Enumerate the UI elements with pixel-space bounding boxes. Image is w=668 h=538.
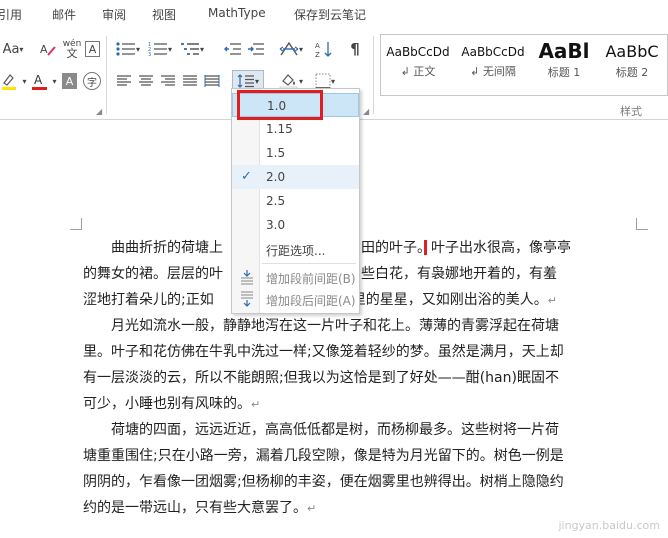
text-highlight-color-icon[interactable] — [0, 72, 20, 90]
style-name: ↲ 无间隔 — [470, 65, 516, 78]
line-spacing-option-2.5[interactable]: 2.5 — [232, 189, 359, 213]
paragraph-3[interactable]: 荷塘的四面，远远近近，高高低低都是树，而杨柳最多。这些树将一片荷 塘重重围住;只… — [83, 417, 643, 521]
text-line: 月光如流水一般，静静地泻在这一片叶子和花上。薄薄的青雾浮起在荷塘 — [111, 318, 559, 334]
text-line: 荷塘的四面，远远近近，高高低低都是树，而杨柳最多。这些树将一片荷 — [111, 422, 559, 438]
text-line: 有一层淡淡的云，所以不能朗照;但我以为这恰是到了好处——酣(han)眠固不 — [83, 370, 559, 386]
option-label: 增加段前间距(B) — [266, 272, 356, 286]
option-label: 1.5 — [266, 146, 286, 160]
line-spacing-option-2.0[interactable]: ✓ 2.0 — [232, 165, 359, 189]
ribbon-tab-bar: 引用 邮件 审阅 视图 MathType 保存到云笔记 — [0, 0, 668, 28]
paragraph-mark: ↵ — [251, 398, 261, 411]
paragraph-1[interactable]: 曲曲折折的荷塘上 是田田的叶子。叶子出水很高，像亭亭 的舞女的裙。层层的叶 点缀着些… — [83, 235, 643, 313]
paragraph-mark: ↵ — [547, 294, 557, 307]
text-line: 里。叶子和花仿佛在牛乳中洗过一样;又像笼着轻纱的梦。虽然是满月，天上却 — [83, 344, 564, 360]
change-case-button[interactable]: Aa ▾ — [0, 40, 26, 58]
enclose-characters-icon[interactable]: 字 — [83, 72, 101, 90]
increase-indent-icon[interactable] — [246, 40, 266, 58]
style-heading-2[interactable]: AaBbC 标题 2 — [597, 35, 667, 95]
distributed-icon[interactable] — [203, 72, 221, 90]
option-label: 2.0 — [266, 170, 286, 184]
multilevel-list-button[interactable]: ▾ — [178, 40, 206, 58]
style-name: 标题 1 — [547, 66, 581, 79]
ribbon-separator — [106, 36, 107, 114]
add-space-after-item[interactable]: 增加段后间距(A) — [232, 287, 359, 311]
style-no-spacing[interactable]: AaBbCcDd ↲ 无间隔 — [455, 35, 531, 95]
character-shading-icon[interactable]: A — [62, 73, 77, 89]
text-line: 曲曲折折的荷塘上 是田田的叶子。叶子出水很高，像亭亭 — [111, 240, 571, 256]
menu-separator — [262, 263, 356, 264]
text-line: 塘重重围住;只在小路一旁，漏着几段空隙，像是特为月光留下的。树色一例是 — [83, 448, 564, 464]
space-before-icon — [241, 270, 253, 285]
line-spacing-menu: 1.0 1.15 1.5 ✓ 2.0 2.5 3.0 行距选项... 增加段前间… — [231, 88, 360, 314]
style-name: ↲ 正文 — [400, 65, 436, 78]
add-space-before-item[interactable]: 增加段前间距(B) — [232, 265, 359, 289]
align-center-icon[interactable] — [137, 72, 155, 90]
line-spacing-options-item[interactable]: 行距选项... — [232, 237, 359, 261]
svg-text:A: A — [34, 73, 43, 87]
change-case-label: Aa — [2, 41, 20, 57]
style-sample: AaBbCcDd — [461, 45, 525, 59]
font-color-dropdown-arrow-icon[interactable]: ▾ — [50, 72, 59, 90]
option-label: 增加段后间距(A) — [266, 294, 356, 308]
line-spacing-option-1.15[interactable]: 1.15 — [232, 117, 359, 141]
tab-view[interactable]: 视图 — [152, 6, 176, 23]
align-left-icon[interactable] — [115, 72, 133, 90]
tab-mailings[interactable]: 邮件 — [52, 6, 76, 23]
tab-save-to-cloud-note[interactable]: 保存到云笔记 — [294, 6, 366, 23]
style-sample: AaBbCcDd — [386, 45, 450, 59]
clear-formatting-icon[interactable]: A — [38, 40, 58, 58]
font-color-icon[interactable]: A — [30, 72, 50, 90]
style-heading-1[interactable]: AaBl 标题 1 — [531, 35, 597, 95]
styles-group-label: 样式 — [620, 105, 642, 118]
character-border-icon[interactable]: A — [85, 41, 100, 57]
style-name: 标题 2 — [615, 66, 649, 79]
sort-icon[interactable]: AZ — [313, 40, 335, 58]
justify-icon[interactable] — [181, 72, 199, 90]
line-spacing-option-1.5[interactable]: 1.5 — [232, 141, 359, 165]
show-paragraph-marks-icon[interactable]: ¶ — [345, 40, 365, 58]
style-sample: AaBl — [538, 39, 590, 63]
align-right-icon[interactable] — [159, 72, 177, 90]
text-line: 阴阴的，乍看像一团烟雾;但杨柳的丰姿，便在烟雾里也辨得出。树梢上隐隐约 — [83, 474, 564, 490]
paragraph-mark: ↵ — [307, 502, 317, 515]
bullets-button[interactable]: ▾ — [114, 40, 142, 58]
margin-corner-mark — [70, 218, 82, 230]
style-sample: AaBbC — [605, 42, 659, 61]
tab-review[interactable]: 审阅 — [102, 6, 126, 23]
text-line: 涩地打着朵儿的;正如 如碧天里的星星，又如刚出浴的美人。↵ — [83, 292, 557, 308]
option-label: 1.15 — [266, 122, 293, 136]
ribbon-separator — [373, 36, 374, 114]
svg-text:Z: Z — [315, 51, 320, 58]
option-label: 3.0 — [266, 218, 286, 232]
watermark: jingyan.baidu.com — [558, 519, 660, 532]
text-line: 可少，小睡也别有风味的。↵ — [83, 396, 261, 412]
text-line: 约的是一带远山，只有些大意罢了。↵ — [83, 500, 317, 516]
svg-text:A: A — [40, 43, 48, 56]
numbering-button[interactable]: 123 ▾ — [146, 40, 174, 58]
option-label: 2.5 — [266, 194, 286, 208]
chinese-layout-button[interactable]: ▾ — [276, 40, 306, 58]
margin-corner-mark — [636, 218, 648, 230]
highlight-callout-box — [237, 90, 323, 120]
line-spacing-option-3.0[interactable]: 3.0 — [232, 213, 359, 237]
text-line: 的舞女的裙。层层的叶 点缀着些白花，有袅娜地开着的，有羞 — [83, 266, 557, 282]
svg-text:A: A — [315, 42, 320, 50]
decrease-indent-icon[interactable] — [223, 40, 243, 58]
tab-mathtype[interactable]: MathType — [208, 6, 266, 20]
phonetic-guide-icon[interactable]: wén 文 — [62, 38, 82, 60]
style-normal[interactable]: AaBbCcDd ↲ 正文 — [381, 35, 455, 95]
highlight-dropdown-arrow-icon[interactable]: ▾ — [20, 72, 29, 90]
paragraph-dialog-launcher-icon[interactable]: ◢ — [363, 107, 369, 116]
font-dialog-launcher-icon[interactable]: ◢ — [96, 107, 102, 116]
paragraph-2[interactable]: 月光如流水一般，静静地泻在这一片叶子和花上。薄薄的青雾浮起在荷塘 里。叶子和花仿… — [83, 313, 643, 417]
checkmark-icon: ✓ — [241, 169, 252, 184]
option-label: 行距选项... — [266, 244, 326, 258]
svg-text:3: 3 — [148, 52, 151, 57]
space-after-icon — [241, 291, 253, 307]
styles-gallery: AaBbCcDd ↲ 正文 AaBbCcDd ↲ 无间隔 AaBl 标题 1 A… — [380, 34, 668, 96]
tab-references[interactable]: 引用 — [0, 6, 22, 23]
text-cursor — [424, 240, 427, 255]
